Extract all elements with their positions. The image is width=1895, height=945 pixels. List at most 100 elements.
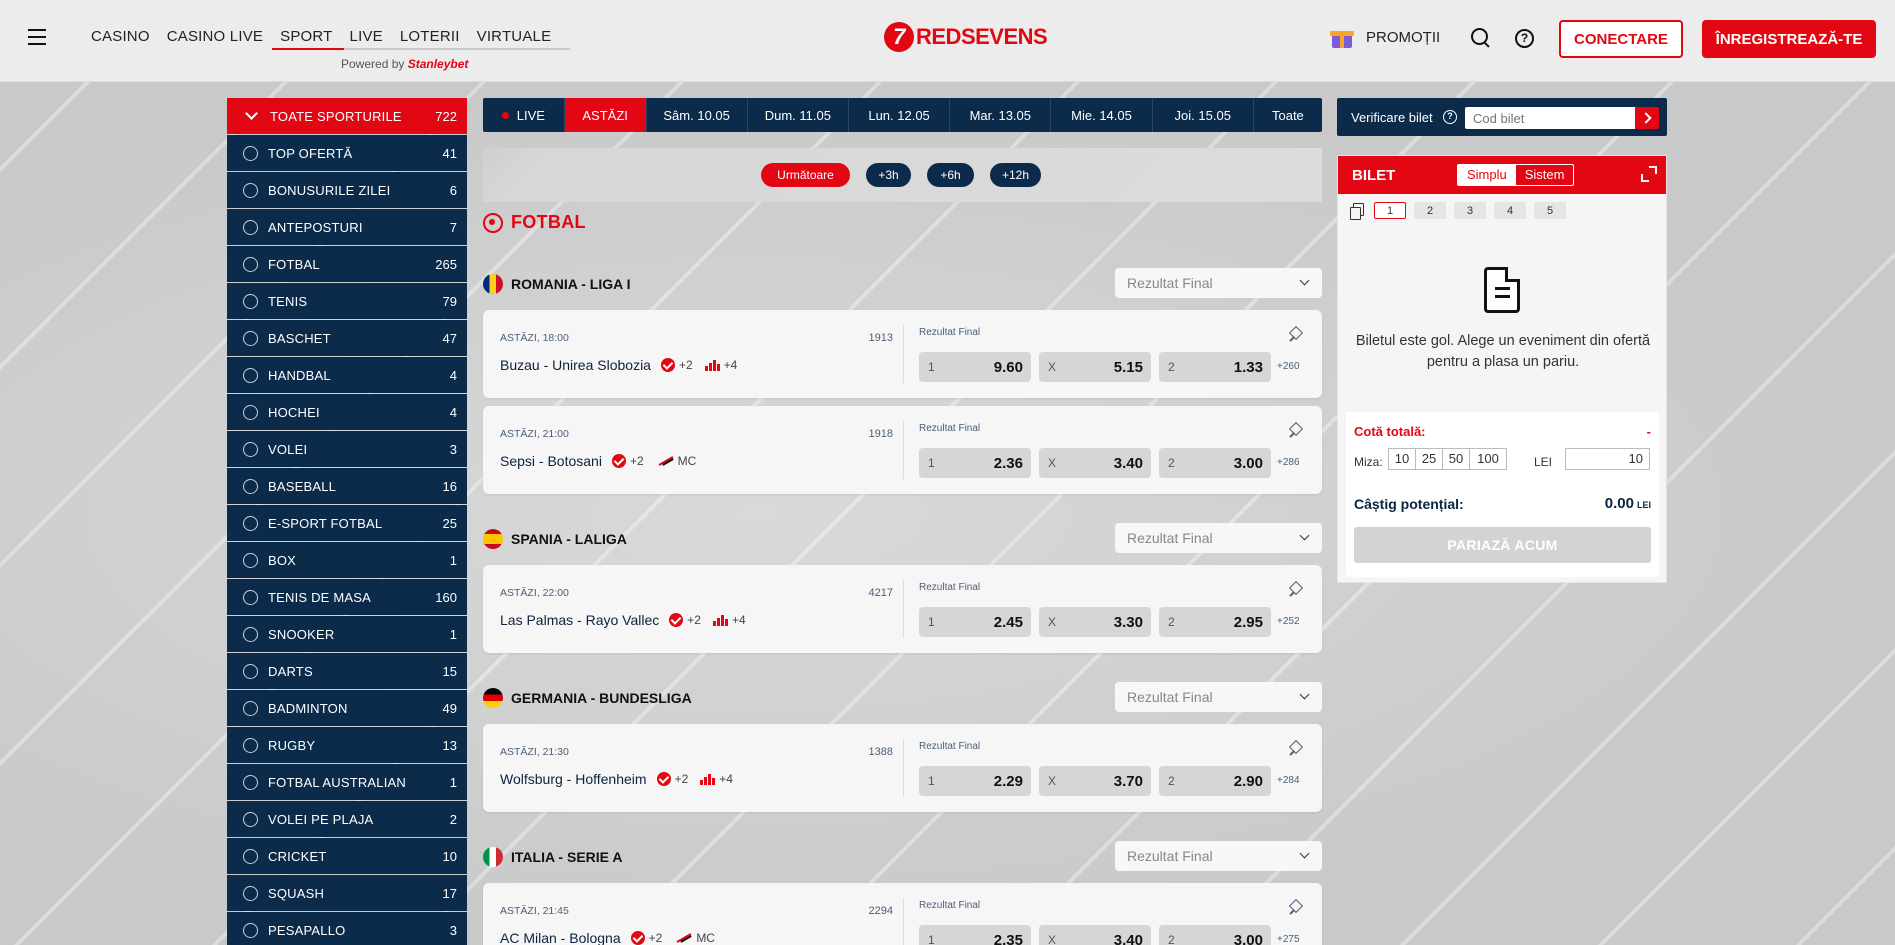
- pin-icon[interactable]: [1288, 582, 1302, 596]
- sidebar-item[interactable]: CRICKET 10: [227, 838, 467, 874]
- sidebar-item[interactable]: FOTBAL 265: [227, 246, 467, 282]
- betslip-page[interactable]: 1: [1374, 202, 1406, 219]
- place-bet-button[interactable]: PARIAZĂ ACUM: [1354, 527, 1651, 563]
- more-markets-link[interactable]: +284: [1277, 775, 1300, 786]
- match-card[interactable]: ASTĂZI, 21:00 1918 Sepsi - Botosani +2 MC Rez…: [483, 406, 1322, 494]
- filter-6h[interactable]: +6h: [927, 163, 974, 187]
- odd-button-x[interactable]: X 3.30: [1039, 607, 1151, 637]
- nav-loterii[interactable]: LOTERII: [400, 28, 460, 49]
- more-markets-link[interactable]: +275: [1277, 934, 1300, 945]
- sidebar-item[interactable]: SQUASH 17: [227, 875, 467, 911]
- nav-casino[interactable]: CASINO: [91, 28, 150, 49]
- search-icon[interactable]: [1470, 27, 1492, 49]
- sidebar-item[interactable]: TOATE SPORTURILE 722: [227, 98, 467, 134]
- odd-button-2[interactable]: 2 2.95: [1159, 607, 1271, 637]
- pin-icon[interactable]: [1288, 327, 1302, 341]
- odd-button-1[interactable]: 1 2.45: [919, 607, 1031, 637]
- market-select[interactable]: Rezultat Final: [1115, 268, 1322, 298]
- sidebar-item[interactable]: SNOOKER 1: [227, 616, 467, 652]
- odd-button-1[interactable]: 1 2.29: [919, 766, 1031, 796]
- tab-day[interactable]: Sâm. 10.05: [647, 98, 748, 132]
- stake-input[interactable]: 10: [1565, 448, 1650, 470]
- match-teams[interactable]: Wolfsburg - Hoffenheim +2 +4: [500, 771, 733, 787]
- tab-day[interactable]: Mie. 14.05: [1051, 98, 1153, 132]
- more-markets-link[interactable]: +252: [1277, 616, 1300, 627]
- nav-sport[interactable]: SPORT: [280, 28, 332, 49]
- sidebar-item[interactable]: PESAPALLO 3: [227, 912, 467, 945]
- pin-icon[interactable]: [1288, 741, 1302, 755]
- match-teams[interactable]: Las Palmas - Rayo Vallec +2 +4: [500, 612, 746, 628]
- sidebar-item[interactable]: BADMINTON 49: [227, 690, 467, 726]
- mode-simple-button[interactable]: Simplu: [1458, 165, 1516, 185]
- sidebar-item[interactable]: E-SPORT FOTBAL 25: [227, 505, 467, 541]
- match-card[interactable]: ASTĂZI, 18:00 1913 Buzau - Unirea Slobozia…: [483, 310, 1322, 398]
- odd-button-1[interactable]: 1 9.60: [919, 352, 1031, 382]
- stake-preset-button[interactable]: 10: [1388, 448, 1416, 470]
- match-teams[interactable]: Sepsi - Botosani +2 MC: [500, 453, 696, 469]
- odd-button-2[interactable]: 2 3.00: [1159, 925, 1271, 945]
- expand-icon[interactable]: [1641, 166, 1657, 182]
- sidebar-item[interactable]: BASCHET 47: [227, 320, 467, 356]
- mode-system-button[interactable]: Sistem: [1516, 165, 1574, 185]
- sidebar-item[interactable]: TOP OFERTĂ 41: [227, 135, 467, 171]
- market-select[interactable]: Rezultat Final: [1115, 682, 1322, 712]
- sidebar-item[interactable]: DARTS 15: [227, 653, 467, 689]
- sidebar-item[interactable]: HANDBAL 4: [227, 357, 467, 393]
- market-select[interactable]: Rezultat Final: [1115, 523, 1322, 553]
- match-card[interactable]: ASTĂZI, 21:30 1388 Wolfsburg - Hoffenheim +…: [483, 724, 1322, 812]
- nav-virtuale[interactable]: VIRTUALE: [477, 28, 552, 49]
- filter-12h[interactable]: +12h: [990, 163, 1041, 187]
- more-markets-link[interactable]: +260: [1277, 361, 1300, 372]
- sidebar-item[interactable]: TENIS DE MASA 160: [227, 579, 467, 615]
- menu-icon[interactable]: [28, 29, 46, 45]
- login-button[interactable]: CONECTARE: [1559, 20, 1683, 58]
- tab-day[interactable]: Mar. 13.05: [950, 98, 1052, 132]
- sidebar-item[interactable]: BASEBALL 16: [227, 468, 467, 504]
- sidebar-item[interactable]: TENIS 79: [227, 283, 467, 319]
- nav-live[interactable]: LIVE: [350, 28, 383, 49]
- sidebar-item[interactable]: BOX 1: [227, 542, 467, 578]
- filter-3h[interactable]: +3h: [866, 163, 911, 187]
- tab-all[interactable]: Toate: [1254, 98, 1322, 132]
- more-markets-link[interactable]: +286: [1277, 457, 1300, 468]
- betslip-page[interactable]: 4: [1494, 202, 1526, 219]
- match-teams[interactable]: AC Milan - Bologna +2 MC: [500, 930, 715, 945]
- sidebar-item[interactable]: FOTBAL AUSTRALIAN 1: [227, 764, 467, 800]
- match-teams[interactable]: Buzau - Unirea Slobozia +2 +4: [500, 357, 737, 373]
- sidebar-item[interactable]: HOCHEI 4: [227, 394, 467, 430]
- help-icon[interactable]: ?: [1443, 110, 1457, 124]
- market-select[interactable]: Rezultat Final: [1115, 841, 1322, 871]
- register-button[interactable]: ÎNREGISTREAZĂ-TE: [1702, 20, 1876, 58]
- tab-day[interactable]: Joi. 15.05: [1153, 98, 1254, 132]
- odd-button-2[interactable]: 2 2.90: [1159, 766, 1271, 796]
- betslip-page[interactable]: 5: [1534, 202, 1566, 219]
- promotions-link[interactable]: PROMOȚII: [1330, 26, 1440, 48]
- pin-icon[interactable]: [1288, 900, 1302, 914]
- redsevens-logo[interactable]: 7 REDSEVENS: [884, 22, 1048, 52]
- betslip-page[interactable]: 3: [1454, 202, 1486, 219]
- match-card[interactable]: ASTĂZI, 21:45 2294 AC Milan - Bologna +2 MC R…: [483, 883, 1322, 945]
- sidebar-item[interactable]: ANTEPOSTURI 7: [227, 209, 467, 245]
- odd-button-2[interactable]: 2 1.33: [1159, 352, 1271, 382]
- tab-live[interactable]: LIVE: [483, 98, 565, 132]
- chevron-right-icon[interactable]: [1635, 107, 1659, 129]
- stake-preset-button[interactable]: 100: [1469, 448, 1507, 470]
- tab-day[interactable]: Dum. 11.05: [748, 98, 849, 132]
- sidebar-item[interactable]: VOLEI PE PLAJA 2: [227, 801, 467, 837]
- stake-preset-button[interactable]: 25: [1415, 448, 1443, 470]
- filter-next[interactable]: Următoare: [761, 163, 850, 187]
- tab-day[interactable]: Lun. 12.05: [849, 98, 951, 132]
- sidebar-item[interactable]: VOLEI 3: [227, 431, 467, 467]
- odd-button-2[interactable]: 2 3.00: [1159, 448, 1271, 478]
- tab-today[interactable]: ASTĂZI: [564, 98, 647, 132]
- help-icon[interactable]: ?: [1515, 29, 1534, 48]
- odd-button-x[interactable]: X 3.70: [1039, 766, 1151, 796]
- betslip-page[interactable]: 2: [1414, 202, 1446, 219]
- odd-button-x[interactable]: X 3.40: [1039, 448, 1151, 478]
- odd-button-x[interactable]: X 5.15: [1039, 352, 1151, 382]
- odd-button-1[interactable]: 1 2.36: [919, 448, 1031, 478]
- ticket-code-input[interactable]: [1465, 107, 1635, 129]
- pin-icon[interactable]: [1288, 423, 1302, 437]
- stake-preset-button[interactable]: 50: [1442, 448, 1470, 470]
- nav-casino-live[interactable]: CASINO LIVE: [167, 28, 263, 49]
